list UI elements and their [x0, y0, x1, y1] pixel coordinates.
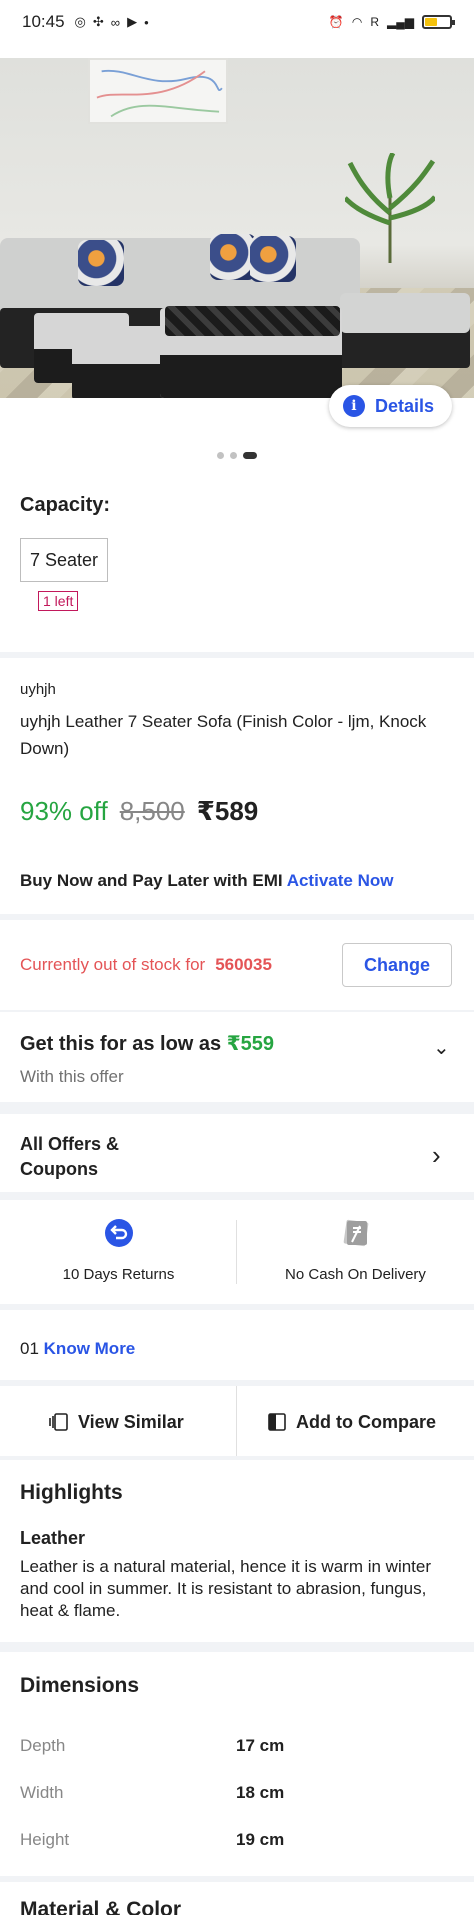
view-similar-icon: [49, 1413, 68, 1431]
divider: [236, 1386, 237, 1456]
activate-now-link[interactable]: Activate Now: [287, 871, 394, 890]
know-more-link[interactable]: Know More: [44, 1339, 136, 1358]
chevron-right-icon[interactable]: ›: [432, 1140, 441, 1171]
status-time: 10:45: [22, 12, 65, 31]
alarm-icon: ⏰: [328, 15, 344, 29]
out-of-stock-text: Currently out of stock for: [20, 955, 206, 974]
cushion: [78, 240, 124, 286]
best-price-label: Get this for as low as: [20, 1033, 222, 1055]
status-bar: 10:45 ◎ ✣ ∞ ▶ • ⏰ ◠ R ▂▄▆: [0, 0, 474, 44]
youtube-icon: ▶: [127, 14, 138, 29]
highlights-subtitle: Leather: [20, 1528, 86, 1548]
feature-no-cod-label: No Cash On Delivery: [285, 1266, 426, 1283]
best-price-card[interactable]: [0, 1012, 474, 1102]
infinity-icon: ∞: [110, 14, 121, 30]
more-dot-icon: •: [144, 14, 149, 30]
product-brand: uyhjh: [20, 681, 56, 698]
pagination-dot[interactable]: [217, 452, 224, 459]
dimension-label: Width: [20, 1783, 64, 1802]
feature-no-cod[interactable]: No Cash On Delivery: [237, 1218, 474, 1283]
discount-percent: 93% off: [20, 796, 108, 826]
feature-returns[interactable]: 10 Days Returns: [0, 1218, 237, 1283]
no-cash-icon: [343, 1219, 368, 1247]
dimension-row-depth: Depth 17 cm: [20, 1736, 440, 1756]
battery-icon: [422, 15, 455, 29]
notification-icons: ◎ ✣ ∞ ▶ •: [75, 14, 149, 30]
chevron-down-icon[interactable]: ⌄: [433, 1035, 450, 1060]
pincode: 560035: [215, 955, 272, 974]
network-label: R: [370, 15, 380, 29]
emi-text: Buy Now and Pay Later with EMI: [20, 871, 283, 890]
table-top: [165, 306, 340, 336]
know-more-prefix: 01: [20, 1339, 39, 1358]
final-price: ₹589: [196, 796, 259, 826]
pagination-dot[interactable]: [230, 452, 237, 459]
sofa-chaise: [340, 293, 470, 333]
details-label: Details: [374, 395, 434, 416]
dimension-label: Depth: [20, 1736, 66, 1755]
feature-returns-label: 10 Days Returns: [62, 1266, 175, 1283]
best-price-subtitle: With this offer: [20, 1067, 124, 1086]
highlights-text: Leather is a natural material, hence it …: [20, 1557, 432, 1620]
dimensions-title: Dimensions: [20, 1674, 140, 1697]
dimension-value: 18 cm: [236, 1783, 285, 1802]
wall-art: [88, 58, 228, 124]
info-icon: i: [342, 395, 365, 417]
cushion: [250, 236, 296, 282]
dimension-row-width: Width 18 cm: [20, 1783, 440, 1803]
signal-icon: ▂▄▆: [387, 15, 414, 29]
dimension-label: Height: [20, 1830, 70, 1849]
out-of-stock-message: Currently out of stock for 560035: [20, 955, 272, 975]
add-to-compare-button[interactable]: Add to Compare: [268, 1410, 436, 1434]
product-title: uyhjh Leather 7 Seater Sofa (Finish Colo…: [20, 712, 427, 758]
capacity-title: Capacity:: [20, 494, 111, 516]
highlights-title: Highlights: [20, 1481, 123, 1504]
details-button[interactable]: i Details: [328, 385, 452, 427]
product-image[interactable]: [0, 58, 474, 398]
capacity-option-7-seater[interactable]: 7 Seater: [20, 538, 108, 582]
know-more-row: 01 Know More: [20, 1339, 135, 1359]
pinwheel-icon: ✣: [92, 14, 104, 29]
best-price-title: Get this for as low as ₹559: [20, 1031, 274, 1056]
pagination-dot-active[interactable]: [243, 452, 257, 459]
material-title: Material & Color: [20, 1898, 182, 1915]
original-price: 8,500: [119, 796, 185, 826]
system-icons: ⏰ ◠ R ▂▄▆: [328, 15, 455, 29]
stock-left-badge: 1 left: [38, 591, 79, 611]
best-price-value: ₹559: [226, 1033, 275, 1055]
dimension-row-height: Height 19 cm: [20, 1830, 440, 1850]
wifi-icon: ◠: [351, 15, 363, 29]
dimension-value: 17 cm: [236, 1736, 285, 1755]
view-similar-button[interactable]: View Similar: [48, 1410, 184, 1434]
dimension-value: 19 cm: [236, 1830, 285, 1849]
return-icon: [104, 1219, 133, 1247]
view-similar-label: View Similar: [78, 1411, 184, 1432]
image-pagination: [0, 452, 474, 459]
whatsapp-icon: ◎: [74, 14, 86, 29]
emi-row: Buy Now and Pay Later with EMI Activate …: [20, 871, 393, 891]
price-row: 93% off 8,500 ₹589: [20, 796, 258, 827]
compare-icon: [268, 1413, 286, 1431]
change-pincode-button[interactable]: Change: [342, 943, 452, 987]
add-to-compare-label: Add to Compare: [296, 1411, 437, 1432]
all-offers-label: All Offers & Coupons: [20, 1134, 120, 1179]
